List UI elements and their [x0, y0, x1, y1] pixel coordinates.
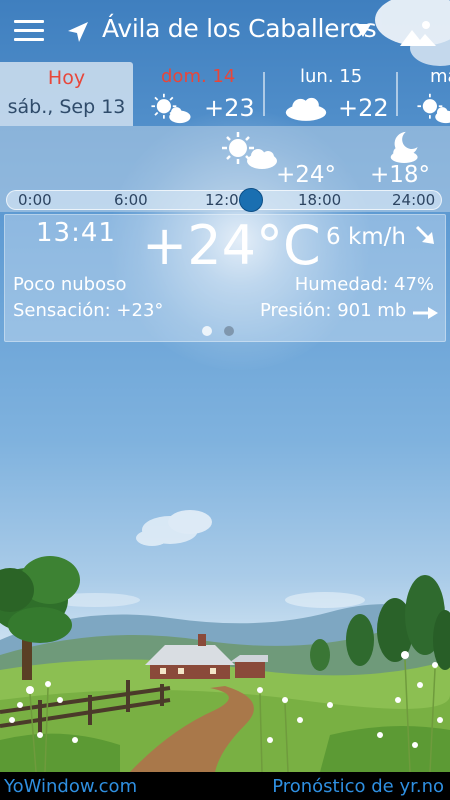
time-slider-thumb[interactable]: [239, 188, 263, 212]
day-name: dom. 14: [161, 66, 236, 87]
page-dot[interactable]: [224, 326, 234, 336]
menu-icon-bar: [14, 29, 44, 32]
hourly-temp: +18°: [370, 162, 431, 188]
forecast-source-link[interactable]: Pronóstico de yr.no: [272, 776, 444, 797]
current-time: 13:41: [36, 218, 116, 248]
today-date: sáb., Sep 13: [7, 96, 126, 118]
day-temp: +23: [204, 94, 255, 122]
humidity: Humedad: 47%: [294, 274, 434, 295]
condition-text: Poco nuboso: [13, 274, 127, 295]
sun-cloud-icon: [417, 93, 450, 124]
time-label: 6:00: [114, 191, 148, 209]
moon-cloud-icon: [390, 131, 418, 163]
time-label: 24:00: [392, 191, 436, 209]
tab-day-2[interactable]: lun. 15 +22: [266, 62, 396, 126]
landscape-icon[interactable]: [398, 16, 438, 50]
wind-direction-icon: [415, 225, 434, 244]
wind-speed: 6 km/h: [326, 224, 406, 250]
time-label: 18:00: [298, 191, 342, 209]
city-name[interactable]: Ávila de los Caballeros: [102, 14, 377, 43]
current-temperature: +24°C: [142, 214, 321, 277]
tab-day-1[interactable]: dom. 14 +23: [134, 62, 264, 126]
menu-icon: [14, 20, 44, 23]
location-arrow-icon[interactable]: [66, 20, 90, 44]
sun-cloud-icon: [151, 93, 191, 124]
today-label: Hoy: [47, 67, 86, 89]
day-tabs: Hoy sáb., Sep 13 dom. 14 +23 lun. 15 +22…: [0, 62, 450, 126]
sun-cloud-icon: [222, 132, 277, 169]
yowindow-link[interactable]: YoWindow.com: [4, 776, 137, 797]
pressure-trend-arrow-icon: [413, 307, 438, 319]
day-name: lun. 15: [300, 66, 363, 87]
page-dot[interactable]: [202, 326, 212, 336]
tab-day-3[interactable]: ma: [398, 62, 450, 126]
pressure: Presión: 901 mb: [260, 300, 407, 321]
hourly-temp: +24°: [276, 162, 337, 188]
feels-like: Sensación: +23°: [13, 300, 164, 321]
tab-today[interactable]: Hoy sáb., Sep 13: [0, 62, 133, 126]
footer-bar: YoWindow.com Pronóstico de yr.no: [0, 772, 450, 800]
menu-button[interactable]: [14, 18, 46, 44]
caret-down-icon[interactable]: [354, 22, 372, 38]
time-label: 0:00: [18, 191, 52, 209]
top-bar: Ávila de los Caballeros: [0, 0, 450, 62]
day-divider: [263, 72, 265, 116]
menu-icon-bar: [14, 38, 44, 41]
day-name: ma: [430, 66, 450, 87]
distant-clouds: [50, 510, 365, 608]
cloud-icon: [285, 97, 327, 121]
day-temp: +22: [338, 94, 389, 122]
